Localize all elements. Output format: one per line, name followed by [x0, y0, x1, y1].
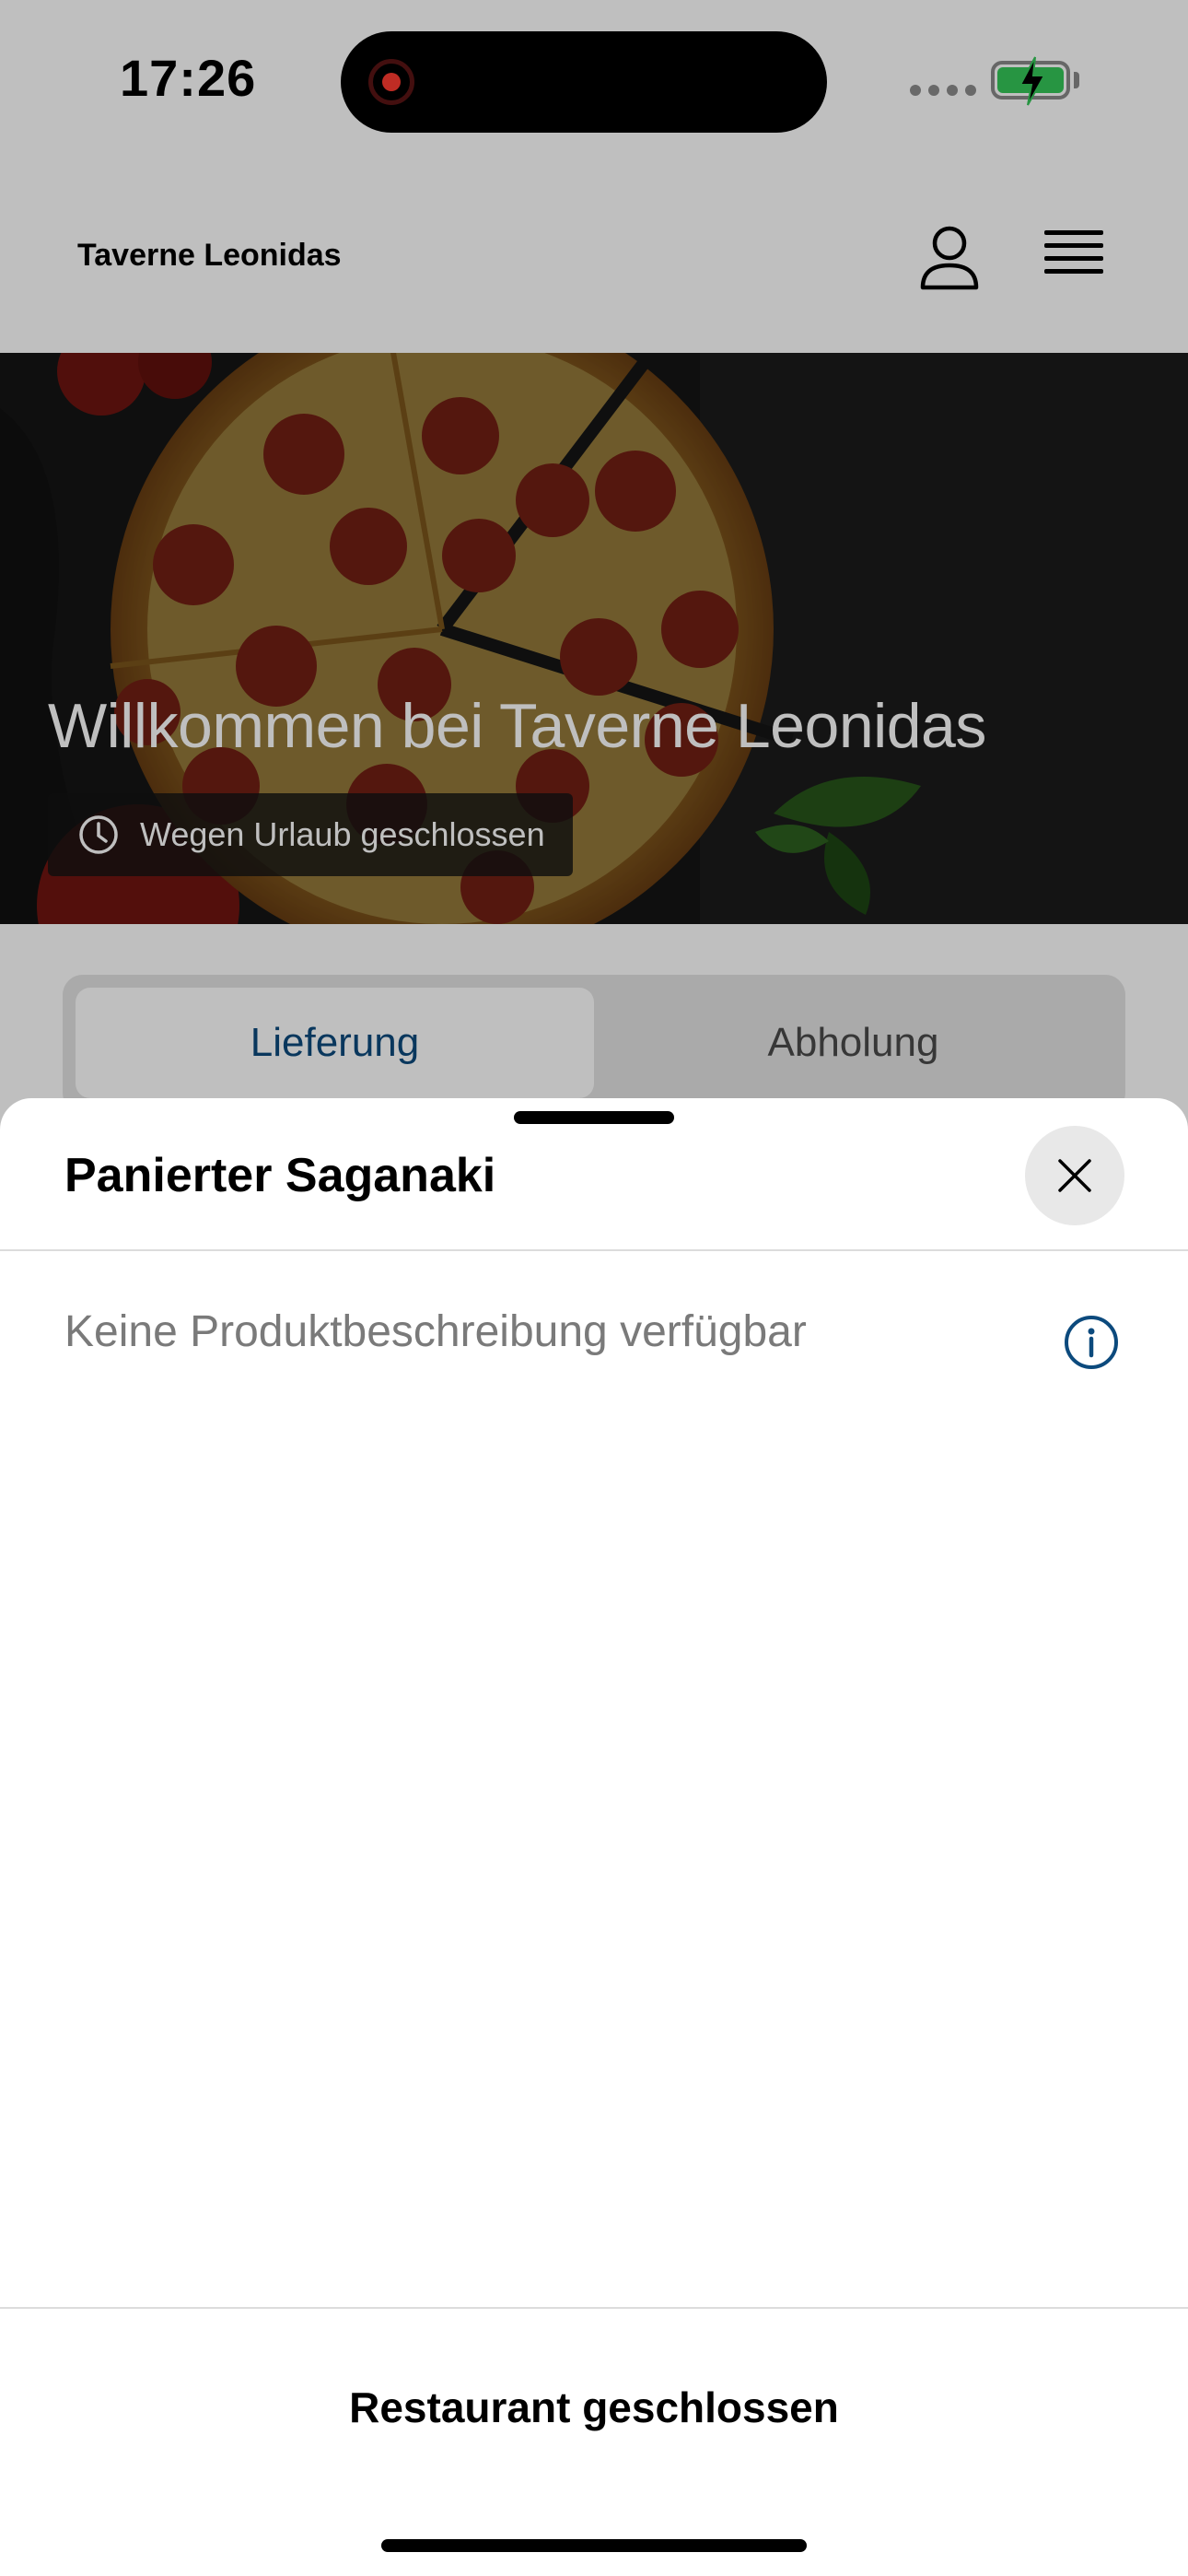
restaurant-closed-label: Restaurant geschlossen — [349, 2383, 839, 2431]
product-title: Panierter Saganaki — [64, 1149, 496, 1202]
sheet-drag-handle[interactable] — [514, 1111, 674, 1124]
header-divider — [0, 1249, 1188, 1251]
close-icon — [1058, 1159, 1091, 1192]
product-description: Keine Produktbeschreibung verfügbar — [64, 1307, 807, 1356]
info-icon[interactable] — [1063, 1314, 1120, 1371]
home-indicator[interactable] — [381, 2539, 807, 2552]
close-button[interactable] — [1025, 1126, 1124, 1225]
footer-divider — [0, 2307, 1188, 2309]
product-bottom-sheet: Panierter Saganaki Keine Produktbeschrei… — [0, 1098, 1188, 2576]
